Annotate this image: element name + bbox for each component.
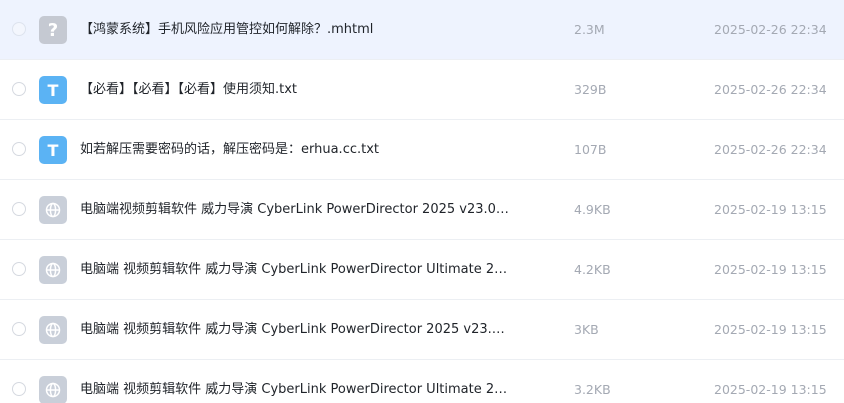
- txt-file-icon: T: [39, 76, 67, 104]
- file-name[interactable]: 【必看】【必看】【必看】使用须知.txt: [80, 81, 510, 99]
- file-date: 2025-02-26 22:34: [714, 22, 827, 37]
- file-date: 2025-02-19 13:15: [714, 322, 827, 337]
- row-checkbox[interactable]: [12, 322, 26, 336]
- file-date: 2025-02-26 22:34: [714, 142, 827, 157]
- file-row[interactable]: T 如若解压需要密码的话，解压密码是：erhua.cc.txt 107B 202…: [0, 120, 844, 180]
- file-size: 329B: [574, 82, 607, 97]
- unknown-file-icon: ?: [39, 16, 67, 44]
- row-checkbox[interactable]: [12, 82, 26, 96]
- file-date: 2025-02-26 22:34: [714, 82, 827, 97]
- file-name[interactable]: 电脑端 视频剪辑软件 威力导演 CyberLink PowerDirector …: [80, 321, 510, 339]
- file-size: 2.3M: [574, 22, 605, 37]
- file-name[interactable]: 电脑端 视频剪辑软件 威力导演 CyberLink PowerDirector …: [80, 381, 510, 399]
- row-checkbox[interactable]: [12, 262, 26, 276]
- web-link-file-icon: [39, 256, 67, 284]
- txt-file-icon: T: [39, 136, 67, 164]
- web-link-file-icon: [39, 316, 67, 344]
- file-row[interactable]: ? 【鸿蒙系统】手机风险应用管控如何解除？.mhtml 2.3M 2025-02…: [0, 0, 844, 60]
- file-name[interactable]: 如若解压需要密码的话，解压密码是：erhua.cc.txt: [80, 141, 510, 159]
- file-date: 2025-02-19 13:15: [714, 382, 827, 397]
- web-link-file-icon: [39, 196, 67, 224]
- web-link-file-icon: [39, 376, 67, 403]
- file-list: ? 【鸿蒙系统】手机风险应用管控如何解除？.mhtml 2.3M 2025-02…: [0, 0, 844, 403]
- row-checkbox[interactable]: [12, 22, 26, 36]
- file-size: 107B: [574, 142, 607, 157]
- file-row[interactable]: T 【必看】【必看】【必看】使用须知.txt 329B 2025-02-26 2…: [0, 60, 844, 120]
- row-checkbox[interactable]: [12, 202, 26, 216]
- file-size: 3KB: [574, 322, 599, 337]
- row-checkbox[interactable]: [12, 382, 26, 396]
- row-checkbox[interactable]: [12, 142, 26, 156]
- file-size: 4.2KB: [574, 262, 611, 277]
- file-row[interactable]: 电脑端视频剪辑软件 威力导演 CyberLink PowerDirector 2…: [0, 180, 844, 240]
- file-row[interactable]: 电脑端 视频剪辑软件 威力导演 CyberLink PowerDirector …: [0, 240, 844, 300]
- file-date: 2025-02-19 13:15: [714, 262, 827, 277]
- file-date: 2025-02-19 13:15: [714, 202, 827, 217]
- file-name[interactable]: 【鸿蒙系统】手机风险应用管控如何解除？.mhtml: [80, 21, 510, 39]
- file-row[interactable]: 电脑端 视频剪辑软件 威力导演 CyberLink PowerDirector …: [0, 360, 844, 403]
- file-row[interactable]: 电脑端 视频剪辑软件 威力导演 CyberLink PowerDirector …: [0, 300, 844, 360]
- file-size: 3.2KB: [574, 382, 611, 397]
- file-size: 4.9KB: [574, 202, 611, 217]
- file-name[interactable]: 电脑端 视频剪辑软件 威力导演 CyberLink PowerDirector …: [80, 261, 510, 279]
- file-name[interactable]: 电脑端视频剪辑软件 威力导演 CyberLink PowerDirector 2…: [80, 201, 510, 219]
